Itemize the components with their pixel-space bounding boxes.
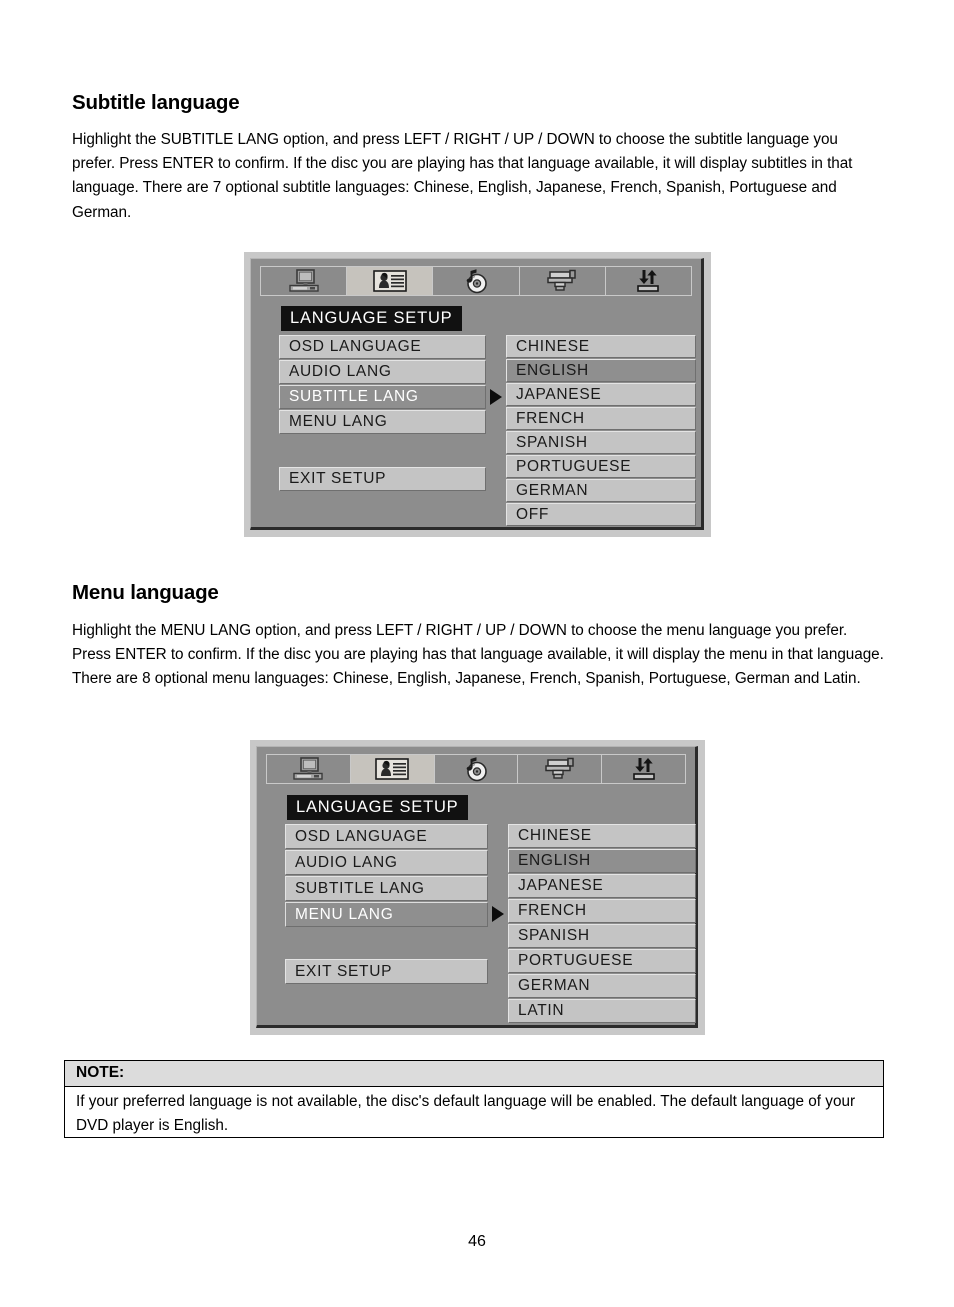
option-off[interactable]: OFF — [506, 503, 696, 526]
language-person-icon — [372, 757, 412, 782]
menu-item-audio-lang[interactable]: AUDIO LANG — [279, 360, 486, 384]
manual-page: Subtitle language Highlight the SUBTITLE… — [0, 0, 954, 1307]
disc-music-icon — [458, 756, 494, 782]
menu-item-exit-setup[interactable]: EXIT SETUP — [279, 467, 486, 491]
menu-item-menu-lang[interactable]: MENU LANG — [279, 410, 486, 434]
camcorder-icon — [542, 268, 582, 294]
language-person-icon — [370, 269, 410, 294]
tab-general-setup[interactable] — [267, 755, 351, 783]
option-english[interactable]: ENGLISH — [508, 849, 696, 873]
menu-item-osd-language[interactable]: OSD LANGUAGE — [285, 824, 488, 849]
note-body: If your preferred language is not availa… — [76, 1093, 856, 1135]
section-body-subtitle-language: Highlight the SUBTITLE LANG option, and … — [72, 131, 853, 221]
preferences-arrows-icon — [631, 268, 665, 294]
menu-item-osd-language[interactable]: OSD LANGUAGE — [279, 335, 486, 359]
option-chinese[interactable]: CHINESE — [506, 335, 696, 358]
tab-audio-setup[interactable] — [434, 755, 519, 783]
tab-video-setup[interactable] — [519, 267, 606, 295]
osd-tab-bar — [260, 266, 692, 296]
tab-language-setup[interactable] — [347, 267, 434, 295]
menu-item-audio-lang[interactable]: AUDIO LANG — [285, 850, 488, 875]
osd-screenshot-subtitle-lang: LANGUAGE SETUP OSD LANGUAGE AUDIO LANG S… — [244, 252, 711, 537]
osd-menu-list: OSD LANGUAGE AUDIO LANG SUBTITLE LANG ME… — [279, 335, 486, 491]
preferences-arrows-icon — [627, 756, 661, 782]
option-german[interactable]: GERMAN — [508, 974, 696, 998]
option-japanese[interactable]: JAPANESE — [506, 383, 696, 406]
menu-item-menu-lang[interactable]: MENU LANG — [285, 902, 488, 927]
option-spanish[interactable]: SPANISH — [508, 924, 696, 948]
tab-language-setup[interactable] — [350, 755, 435, 783]
option-chinese[interactable]: CHINESE — [508, 824, 696, 848]
option-latin[interactable]: LATIN — [508, 999, 696, 1023]
disc-music-icon — [458, 268, 494, 294]
osd-title-language-setup: LANGUAGE SETUP — [281, 306, 462, 331]
section-heading-subtitle-language: Subtitle language — [72, 91, 240, 114]
osd-title-language-setup: LANGUAGE SETUP — [287, 795, 468, 820]
menu-spacer — [285, 927, 488, 959]
tab-preference-setup[interactable] — [602, 755, 685, 783]
osd-tab-bar — [266, 754, 686, 784]
monitor-icon — [287, 757, 329, 781]
tab-preference-setup[interactable] — [605, 267, 692, 295]
osd-inner-frame: LANGUAGE SETUP OSD LANGUAGE AUDIO LANG S… — [250, 258, 704, 530]
menu-item-subtitle-lang[interactable]: SUBTITLE LANG — [279, 385, 486, 409]
option-spanish[interactable]: SPANISH — [506, 431, 696, 454]
menu-item-subtitle-lang[interactable]: SUBTITLE LANG — [285, 876, 488, 901]
camcorder-icon — [540, 756, 580, 782]
page-number: 46 — [468, 1233, 486, 1250]
osd-option-list: CHINESE ENGLISH JAPANESE FRENCH SPANISH … — [506, 335, 696, 526]
monitor-icon — [283, 269, 325, 293]
osd-menu-list: OSD LANGUAGE AUDIO LANG SUBTITLE LANG ME… — [285, 824, 488, 984]
option-portuguese[interactable]: PORTUGUESE — [508, 949, 696, 973]
osd-screenshot-menu-lang: LANGUAGE SETUP OSD LANGUAGE AUDIO LANG S… — [250, 740, 705, 1035]
option-english[interactable]: ENGLISH — [506, 359, 696, 382]
section-heading-menu-language: Menu language — [72, 581, 219, 604]
note-heading: NOTE: — [65, 1061, 883, 1087]
section-body-menu-language: Highlight the MENU LANG option, and pres… — [72, 622, 884, 688]
option-french[interactable]: FRENCH — [508, 899, 696, 923]
option-japanese[interactable]: JAPANESE — [508, 874, 696, 898]
option-portuguese[interactable]: PORTUGUESE — [506, 455, 696, 478]
menu-spacer — [279, 434, 486, 467]
option-german[interactable]: GERMAN — [506, 479, 696, 502]
selection-arrow-icon — [490, 389, 502, 405]
selection-arrow-icon — [492, 906, 504, 922]
option-french[interactable]: FRENCH — [506, 407, 696, 430]
osd-option-list: CHINESE ENGLISH JAPANESE FRENCH SPANISH … — [508, 824, 696, 1023]
tab-video-setup[interactable] — [518, 755, 603, 783]
tab-general-setup[interactable] — [261, 267, 348, 295]
note-box: NOTE: If your preferred language is not … — [64, 1060, 884, 1138]
menu-item-exit-setup[interactable]: EXIT SETUP — [285, 959, 488, 984]
osd-inner-frame: LANGUAGE SETUP OSD LANGUAGE AUDIO LANG S… — [256, 746, 698, 1028]
tab-audio-setup[interactable] — [433, 267, 520, 295]
